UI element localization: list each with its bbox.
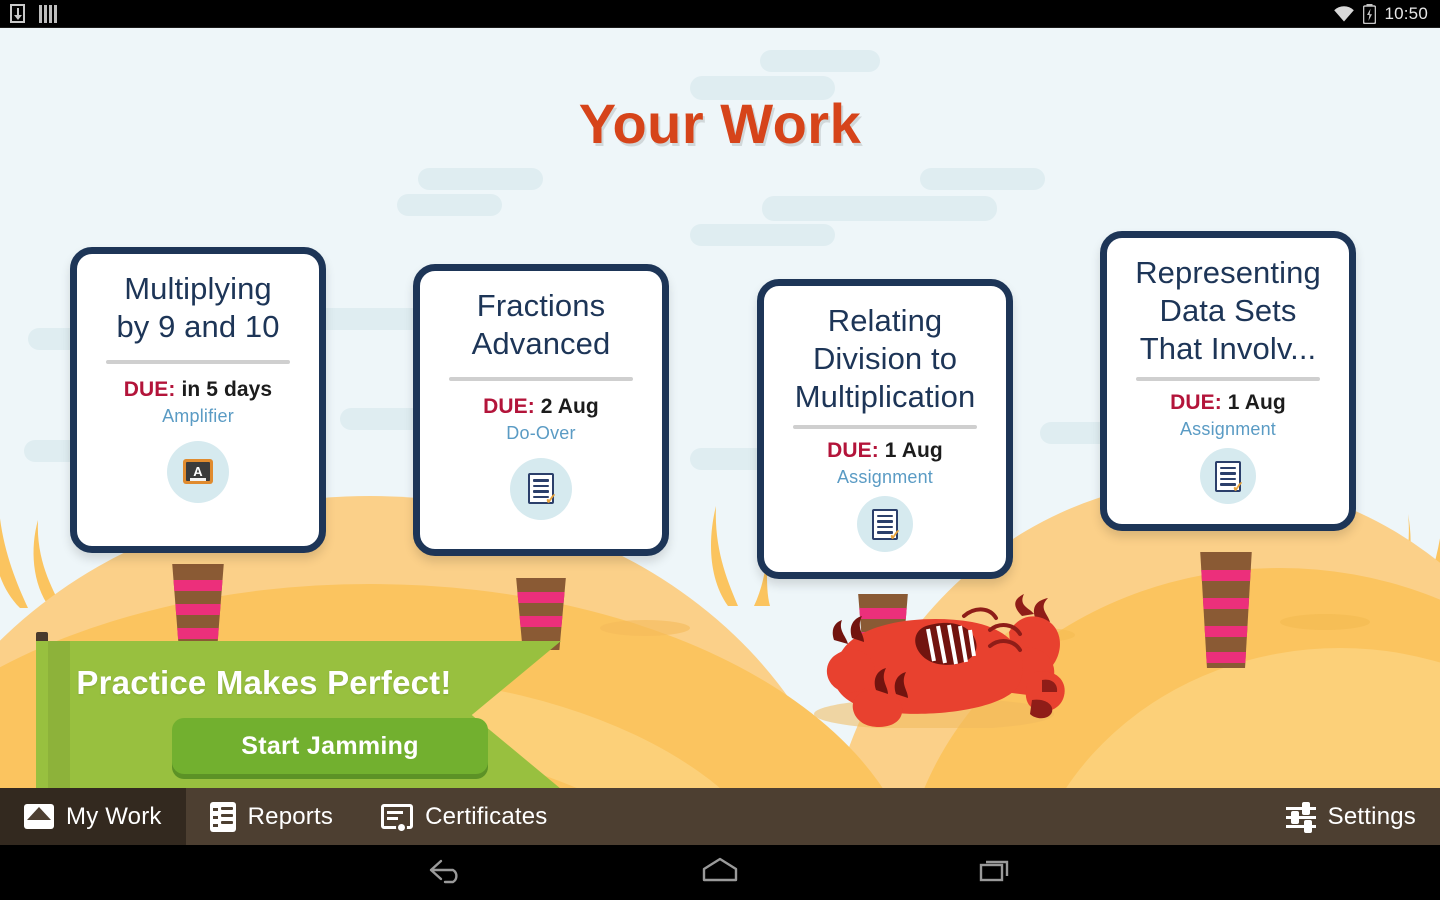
signal-bars-icon [39, 4, 57, 23]
due-value: 1 Aug [884, 439, 943, 463]
due-value: 1 Aug [1227, 391, 1286, 415]
due-value: in 5 days [181, 377, 273, 401]
status-bar-clock: 10:50 [1384, 3, 1428, 23]
document-check-icon: ✓ [872, 508, 902, 544]
recents-icon[interactable] [973, 855, 1017, 890]
android-status-bar: 10:50 [0, 0, 1440, 28]
cloud [690, 224, 835, 246]
scene-background: Your Work Multiplying by 9 and 10 DUE: i… [0, 28, 1440, 788]
nav-item-my-work[interactable]: My Work [0, 788, 186, 845]
sign-post [1200, 552, 1252, 668]
divider [448, 376, 634, 381]
card-kind: Assignment [836, 467, 934, 488]
chalkboard-icon: A [183, 459, 213, 485]
due-label: DUE: [483, 394, 535, 418]
back-icon[interactable] [423, 855, 467, 890]
due-label: DUE: [1170, 391, 1222, 415]
nav-label: Reports [247, 802, 334, 830]
certificate-icon [381, 804, 414, 833]
assignment-card[interactable]: Representing Data Sets That Involv... DU… [1100, 231, 1356, 531]
card-icon-badge: ✓ [510, 457, 572, 520]
card-due: DUE: 1 Aug [1170, 391, 1286, 415]
assignment-card[interactable]: Multiplying by 9 and 10 DUE: in 5 days A… [70, 247, 326, 553]
status-bar-right-icons: 10:50 [1333, 3, 1440, 24]
sliders-icon [1285, 801, 1316, 833]
nav-label: Certificates [425, 802, 548, 830]
clipboard-icon [209, 801, 236, 832]
sand-highlight [600, 620, 690, 636]
nav-item-certificates[interactable]: Certificates [357, 788, 571, 845]
app-bottom-nav: My Work Reports Certificates Settings [0, 788, 1440, 845]
cloud [920, 168, 1045, 190]
home-icon[interactable] [697, 855, 743, 890]
status-bar-left-icons [0, 4, 57, 23]
divider [1135, 377, 1321, 382]
card-due: DUE: 1 Aug [827, 439, 943, 463]
card-title: Fractions Advanced [471, 288, 611, 361]
download-icon [10, 4, 25, 23]
nav-label: Settings [1327, 802, 1416, 830]
due-label: DUE: [827, 439, 879, 463]
card-kind: Amplifier [162, 405, 234, 426]
sleeping-monster [814, 594, 1065, 728]
card-title: Multiplying by 9 and 10 [116, 271, 280, 344]
inbox-icon [24, 804, 54, 829]
document-check-icon: ✓ [1215, 460, 1245, 496]
page-title: Your Work [578, 92, 862, 155]
cloud [760, 50, 880, 72]
nav-label: My Work [66, 802, 162, 830]
cloud [762, 196, 997, 221]
nav-item-reports[interactable]: Reports [186, 788, 357, 845]
nav-item-settings[interactable]: Settings [1262, 788, 1440, 845]
card-due: DUE: in 5 days [124, 378, 272, 402]
card-due: DUE: 2 Aug [483, 395, 599, 419]
app-screen: 10:50 Your Work Multiplying by 9 and 10 … [0, 0, 1440, 900]
card-icon-badge: A [167, 440, 229, 503]
divider [105, 359, 291, 364]
sign-post [172, 564, 224, 650]
card-kind: Assignment [1179, 419, 1277, 440]
due-value: 2 Aug [540, 394, 599, 418]
assignment-card[interactable]: Relating Division to Multiplication DUE:… [757, 279, 1013, 579]
cloud [397, 194, 502, 216]
banner-title: Practice Makes Perfect! [76, 664, 452, 701]
due-label: DUE: [123, 377, 176, 401]
card-icon-badge: ✓ [857, 496, 913, 553]
sand-highlight [1280, 614, 1370, 630]
document-check-icon: ✓ [528, 473, 558, 509]
card-title: Representing Data Sets That Involv... [1135, 255, 1321, 366]
card-title: Relating Division to Multiplication [794, 303, 976, 414]
wifi-icon [1334, 5, 1355, 21]
start-jamming-button[interactable]: Start Jamming [172, 718, 488, 774]
sign-post [516, 578, 566, 650]
battery-charging-icon [1363, 3, 1377, 24]
card-kind: Do-Over [506, 422, 576, 443]
android-system-nav [0, 845, 1440, 900]
assignment-card[interactable]: Fractions Advanced DUE: 2 Aug Do-Over ✓ [413, 264, 669, 556]
card-icon-badge: ✓ [1200, 448, 1256, 505]
cloud [418, 168, 543, 190]
chalkboard-letter: A [193, 464, 203, 480]
divider [792, 425, 978, 430]
